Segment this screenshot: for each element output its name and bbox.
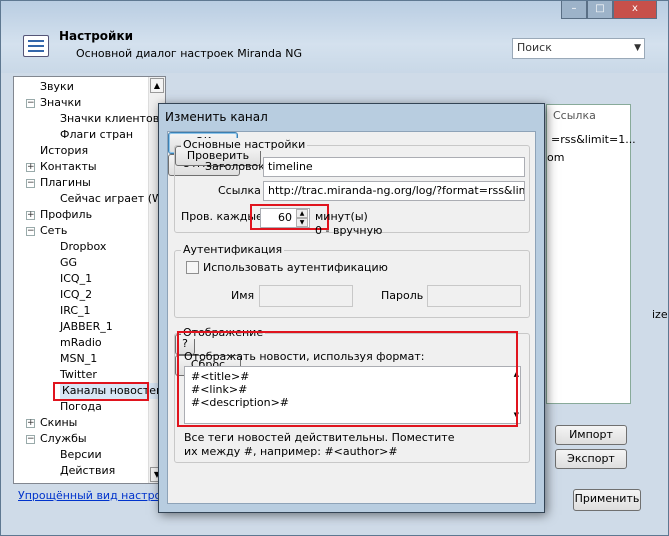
tree-item-dropbox[interactable]: Dropbox bbox=[60, 239, 106, 255]
feed-list-header: Ссылка bbox=[553, 109, 596, 122]
hint-line-1: Все теги новостей действительны. Помести… bbox=[184, 431, 455, 444]
title-label: Заголовок bbox=[205, 160, 265, 173]
tree-expander-contacts[interactable]: + bbox=[26, 163, 35, 172]
page-title: Настройки bbox=[59, 29, 134, 43]
tree-item-contacts[interactable]: Контакты bbox=[40, 159, 97, 175]
minimize-button[interactable]: – bbox=[561, 1, 587, 19]
dialog-title: Изменить канал bbox=[165, 110, 268, 124]
search-placeholder: Поиск bbox=[517, 41, 552, 54]
highlight-display bbox=[177, 331, 518, 427]
tree-item-sounds[interactable]: Звуки bbox=[40, 79, 74, 95]
maximize-button[interactable]: □ bbox=[587, 1, 613, 19]
tree-item-weather[interactable]: Погода bbox=[60, 399, 102, 415]
tree-item-skins[interactable]: Скины bbox=[40, 415, 77, 431]
simple-view-link[interactable]: Упрощённый вид настроек bbox=[18, 489, 175, 502]
options-tree[interactable]: ▲ ▼ Звуки − Значки Значки клиентов Флаги… bbox=[13, 76, 166, 484]
tree-item-plugins[interactable]: Плагины bbox=[40, 175, 91, 191]
username-field[interactable] bbox=[259, 285, 353, 307]
use-auth-checkbox[interactable] bbox=[186, 261, 199, 274]
tree-item-icq-1[interactable]: ICQ_1 bbox=[60, 271, 92, 287]
tree-item-icons[interactable]: Значки bbox=[40, 95, 81, 111]
tree-item-services[interactable]: Службы bbox=[40, 431, 87, 447]
apply-button[interactable]: Применить bbox=[573, 489, 641, 511]
tree-expander-network[interactable]: − bbox=[26, 227, 35, 236]
tree-item-profile[interactable]: Профиль bbox=[40, 207, 92, 223]
tree-item-country-flags[interactable]: Флаги стран bbox=[60, 127, 133, 143]
auth-group: Аутентификация Использовать аутентификац… bbox=[174, 243, 530, 318]
link-label: Ссылка bbox=[218, 184, 261, 197]
basic-settings-group: Основные настройки Заголовок timeline Сс… bbox=[174, 138, 530, 237]
feed-list-row-fragment[interactable]: om bbox=[547, 151, 564, 164]
tree-item-icq-2[interactable]: ICQ_2 bbox=[60, 287, 92, 303]
side-text-fragment: ize bbox=[652, 308, 668, 321]
auth-legend: Аутентификация bbox=[181, 243, 285, 256]
tree-item-twitter[interactable]: Twitter bbox=[60, 367, 97, 383]
tree-expander-plugins[interactable]: − bbox=[26, 179, 35, 188]
feed-list[interactable]: Ссылка =rss&limit=1... om bbox=[546, 104, 636, 404]
chevron-down-icon[interactable]: ▼ bbox=[634, 43, 641, 53]
tree-item-now-playing[interactable]: Сейчас играет (W bbox=[60, 191, 163, 207]
password-field[interactable] bbox=[427, 285, 521, 307]
tree-expander-services[interactable]: − bbox=[26, 435, 35, 444]
close-button[interactable]: x bbox=[613, 1, 657, 19]
interval-hint: 0 - вручную bbox=[315, 224, 383, 237]
feed-list-row-link[interactable]: =rss&limit=1... bbox=[551, 133, 636, 146]
tree-item-history[interactable]: История bbox=[40, 143, 88, 159]
tree-expander-icons[interactable]: − bbox=[26, 99, 35, 108]
tree-item-versions[interactable]: Версии bbox=[60, 447, 102, 463]
use-auth-label: Использовать аутентификацию bbox=[203, 261, 388, 274]
interval-unit: минут(ы) bbox=[315, 210, 368, 223]
search-input[interactable]: Поиск ▼ bbox=[512, 38, 645, 59]
tree-item-irc-1[interactable]: IRC_1 bbox=[60, 303, 91, 319]
dialog-body: Основные настройки Заголовок timeline Сс… bbox=[167, 131, 536, 504]
tree-item-actions[interactable]: Действия bbox=[60, 463, 115, 479]
tree-expander-profile[interactable]: + bbox=[26, 211, 35, 220]
password-label: Пароль bbox=[381, 289, 424, 302]
export-button[interactable]: Экспорт bbox=[555, 449, 627, 469]
username-label: Имя bbox=[231, 289, 255, 302]
link-field[interactable]: http://trac.miranda-ng.org/log/?format=r… bbox=[263, 181, 525, 201]
title-field[interactable]: timeline bbox=[263, 157, 525, 177]
basic-settings-legend: Основные настройки bbox=[181, 138, 308, 151]
tree-item-client-icons[interactable]: Значки клиентов bbox=[60, 111, 159, 127]
hint-line-2: их между #, например: #<author># bbox=[184, 445, 398, 458]
tree-item-jabber-1[interactable]: JABBER_1 bbox=[60, 319, 113, 335]
tree-item-gg[interactable]: GG bbox=[60, 255, 77, 271]
tree-expander-skins[interactable]: + bbox=[26, 419, 35, 428]
tree-item-msn-1[interactable]: MSN_1 bbox=[60, 351, 97, 367]
scroll-up-icon[interactable]: ▲ bbox=[150, 78, 164, 93]
page-subtitle: Основной диалог настроек Miranda NG bbox=[76, 47, 302, 60]
settings-dialog-icon bbox=[23, 35, 49, 57]
import-button[interactable]: Импорт bbox=[555, 425, 627, 445]
edit-feed-dialog: Изменить канал Основные настройки Заголо… bbox=[158, 103, 545, 513]
tree-item-mradio[interactable]: mRadio bbox=[60, 335, 102, 351]
tree-item-network[interactable]: Сеть bbox=[40, 223, 67, 239]
